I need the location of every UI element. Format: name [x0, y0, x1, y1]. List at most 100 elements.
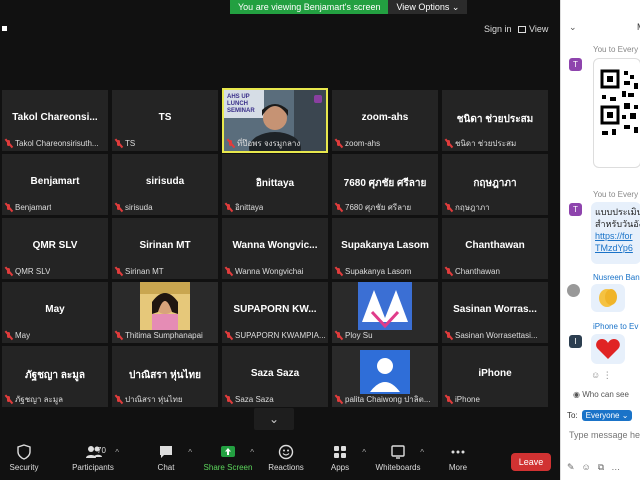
participant-label: zoom-ahs	[345, 139, 381, 148]
participant-footer: Benjamart	[4, 202, 106, 213]
chat-link[interactable]: https://for	[595, 230, 640, 242]
participant-tile[interactable]: ชนิดา ช่วยประสม ชนิดา ช่วยประสม	[442, 90, 548, 151]
participant-tile[interactable]: Benjamart Benjamart	[2, 154, 108, 215]
participant-name: ปาณิสรา หุ่นไทย	[128, 370, 202, 381]
share-screen-icon	[220, 444, 236, 460]
chat-message-bubble[interactable]: แบบประเมินโ สำหรับวันอัง https://for TMz…	[591, 202, 640, 264]
participant-name: อิnittaya	[255, 178, 295, 189]
participant-tile[interactable]: Takol Chareonsi... Takol Chareonsirisuth.…	[2, 90, 108, 151]
participant-tile[interactable]: sirisuda sirisuda	[112, 154, 218, 215]
muted-mic-icon	[444, 395, 453, 404]
reaction-bubble[interactable]	[591, 284, 625, 312]
recipient-value: Everyone	[585, 411, 620, 420]
participant-name: 7680 ศุภชัย ศรีลาย	[343, 178, 427, 189]
view-options-label: View Options	[396, 2, 450, 12]
muted-mic-icon	[4, 139, 13, 148]
leave-button[interactable]: Leave	[511, 453, 551, 471]
participant-footer: Thitima Sumphanapai	[114, 330, 216, 341]
participant-name: iPhone	[478, 368, 512, 379]
muted-mic-icon	[114, 331, 123, 340]
caret-up-icon[interactable]: ^	[188, 448, 192, 457]
participant-tile[interactable]: zoom-ahs zoom-ahs	[332, 90, 438, 151]
chevron-down-icon: ⌄	[268, 412, 280, 426]
more-label: More	[448, 463, 468, 472]
chat-tools: ✎ ☺ ⧉ …	[567, 462, 620, 473]
participant-tile[interactable]: Chanthawan Chanthawan	[442, 218, 548, 279]
security-button[interactable]: Security	[0, 444, 54, 472]
muted-mic-icon	[224, 331, 233, 340]
participant-label: 7680 ศุภชัย ศรีลาย	[345, 203, 412, 212]
whiteboards-button[interactable]: ^ Whiteboards	[368, 444, 428, 472]
participant-footer: Wanna Wongvichai	[224, 266, 326, 277]
participant-tile[interactable]: อิnittaya อิnittaya	[222, 154, 328, 215]
chat-panel: ⌄ M You to Every T You t	[560, 0, 640, 480]
emoji-icon[interactable]: ☺	[582, 462, 591, 473]
more-button[interactable]: More	[428, 444, 488, 472]
participant-footer: sirisuda	[114, 202, 216, 213]
recipient-select[interactable]: Everyone ⌄	[581, 410, 633, 421]
participant-tile[interactable]: TS TS	[112, 90, 218, 151]
muted-mic-icon	[444, 139, 453, 148]
participant-name: May	[45, 304, 65, 315]
participant-footer: zoom-ahs	[334, 138, 436, 149]
chat-link[interactable]: TMzdYp6	[595, 242, 640, 254]
participant-name: Sasinan Worras...	[453, 304, 537, 315]
participant-tile[interactable]: QMR SLV QMR SLV	[2, 218, 108, 279]
chat-message-line: แบบประเมินโ	[595, 207, 640, 217]
format-icon[interactable]: ✎	[567, 462, 575, 473]
caret-up-icon[interactable]: ^	[362, 448, 366, 457]
muted-mic-icon	[334, 267, 343, 276]
more-options-icon[interactable]: …	[611, 462, 620, 473]
more-icon	[450, 444, 466, 460]
participant-label: iPhone	[455, 395, 480, 404]
participant-tile[interactable]: palita Chaiwong ปาลิต...	[332, 346, 438, 407]
screenshot-icon[interactable]: ⧉	[598, 462, 604, 473]
participant-tile[interactable]: Ploy Su	[332, 282, 438, 343]
participant-tile[interactable]: Saza Saza Saza Saza	[222, 346, 328, 407]
participant-tile[interactable]: กฤษฎาภา กฤษฎาภา	[442, 154, 548, 215]
who-can-see-label: Who can see	[582, 390, 629, 399]
chat-recipient: You to Every	[593, 190, 639, 199]
message-actions[interactable]: ☺ ⋮	[591, 370, 612, 381]
who-can-see-link[interactable]: ◉ Who can see	[573, 390, 629, 399]
caret-up-icon[interactable]: ^	[420, 448, 424, 457]
caret-up-icon[interactable]: ^	[250, 448, 254, 457]
chat-button[interactable]: ^ Chat	[136, 444, 196, 472]
participant-tile[interactable]: Wanna Wongvic... Wanna Wongvichai	[222, 218, 328, 279]
caret-up-icon[interactable]: ^	[115, 448, 119, 457]
participant-label: May	[15, 331, 31, 340]
muted-mic-icon	[334, 331, 343, 340]
scroll-down-button[interactable]: ⌄	[254, 408, 294, 430]
qr-code-image[interactable]	[593, 58, 640, 168]
muted-mic-icon	[226, 139, 235, 148]
participant-tile[interactable]: Sirinan MT Sirinan MT	[112, 218, 218, 279]
chat-recipient: You to Every	[593, 45, 639, 54]
participant-tile[interactable]: iPhone iPhone	[442, 346, 548, 407]
participant-tile[interactable]: May May	[2, 282, 108, 343]
view-button[interactable]: View	[518, 24, 548, 34]
reactions-button[interactable]: Reactions	[256, 444, 316, 472]
participant-tile[interactable]: SUPAPORN KW... SUPAPORN KWAMPIA...	[222, 282, 328, 343]
view-options-button[interactable]: View Options ⌄	[388, 0, 468, 14]
participant-tile[interactable]: AHS UP LUNCH SEMINAR ที่ป๊อพร จงรมูกลาง	[222, 88, 328, 153]
muted-mic-icon	[224, 203, 233, 212]
apps-button[interactable]: ^ Apps	[310, 444, 370, 472]
chat-icon	[158, 444, 174, 460]
share-screen-label: Share Screen	[203, 463, 253, 472]
participant-tile[interactable]: ภัฐชญา ละมูล ภัฐชญา ละมูล	[2, 346, 108, 407]
participant-tile[interactable]: Thitima Sumphanapai	[112, 282, 218, 343]
share-banner: You are viewing Benjamart's screen View …	[230, 0, 468, 14]
reaction-bubble[interactable]	[591, 334, 625, 364]
sign-in-link[interactable]: Sign in	[484, 24, 512, 34]
participant-name: Chanthawan	[465, 240, 525, 251]
participant-tile[interactable]: Sasinan Worras... Sasinan Worrasettasi...	[442, 282, 548, 343]
participant-tile[interactable]: 7680 ศุภชัย ศรีลาย 7680 ศุภชัย ศรีลาย	[332, 154, 438, 215]
chat-message-header: iPhone to Ev	[593, 322, 638, 331]
participants-button[interactable]: 70 ^ Participants	[63, 444, 123, 472]
participant-label: ที่ป๊อพร จงรมูกลาง	[237, 139, 301, 148]
chat-message-input[interactable]	[569, 430, 640, 440]
participant-tile[interactable]: Supakanya Lasom Supakanya Lasom	[332, 218, 438, 279]
chevron-down-icon[interactable]: ⌄	[569, 22, 577, 33]
share-screen-button[interactable]: ^ Share Screen	[198, 444, 258, 472]
participant-tile[interactable]: ปาณิสรา หุ่นไทย ปาณิสรา หุ่นไทย	[112, 346, 218, 407]
